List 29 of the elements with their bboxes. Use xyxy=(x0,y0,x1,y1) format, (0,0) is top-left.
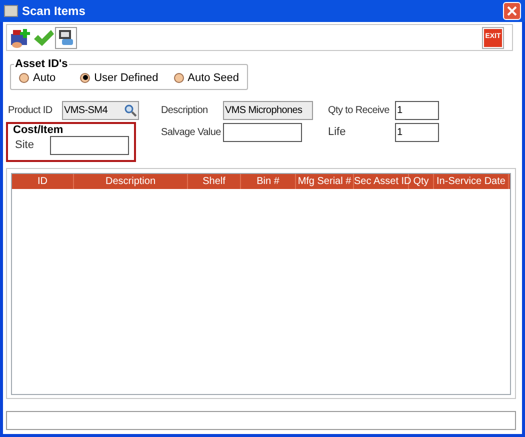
column-header[interactable]: Shelf xyxy=(188,174,241,189)
field-label: Salvage Value xyxy=(161,126,222,140)
radio-option[interactable]: Auto Seed xyxy=(174,70,239,86)
field-label: Description xyxy=(161,104,209,118)
field-label: Site xyxy=(15,138,35,154)
salvage-value-field[interactable] xyxy=(223,123,302,142)
column-header[interactable]: ID xyxy=(12,174,74,189)
scanner-icon[interactable] xyxy=(55,26,77,48)
group-title: Cost/Item xyxy=(13,124,64,136)
description-field[interactable]: VMS Microphones xyxy=(223,101,313,120)
app-icon xyxy=(4,5,18,17)
radio-option[interactable]: User Defined xyxy=(80,70,174,86)
radio-option[interactable]: Auto xyxy=(19,70,80,86)
field-label: Life xyxy=(328,125,347,140)
column-header[interactable]: Mfg Serial # xyxy=(296,174,354,189)
field-label: Product ID xyxy=(8,104,54,118)
field-label: Qty to Receive xyxy=(328,104,390,118)
search-icon xyxy=(124,104,137,117)
column-header[interactable]: Description xyxy=(74,174,188,189)
column-header[interactable]: Sec Asset ID xyxy=(354,174,409,189)
site-field[interactable] xyxy=(50,136,129,155)
close-icon xyxy=(507,6,517,16)
window-title: Scan Items xyxy=(22,3,86,20)
life-field[interactable]: 1 xyxy=(395,123,439,142)
column-header[interactable]: Bin # xyxy=(241,174,296,189)
product-id-field[interactable]: VMS-SM4 xyxy=(62,101,139,120)
qty-field[interactable]: 1 xyxy=(395,101,439,120)
close-button[interactable] xyxy=(503,2,521,20)
column-header[interactable]: In-Service Date xyxy=(434,174,509,189)
